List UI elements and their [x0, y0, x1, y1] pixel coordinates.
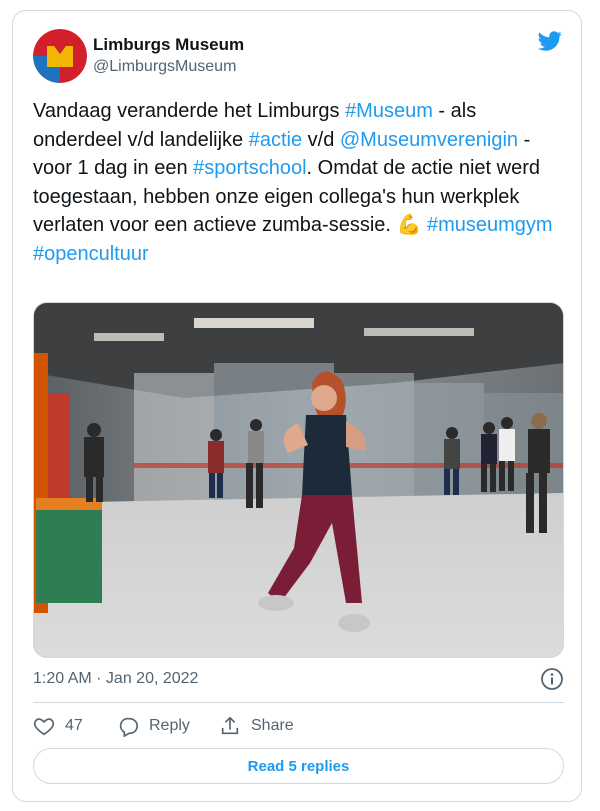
author-handle[interactable]: @LimburgsMuseum [93, 58, 236, 76]
hashtag-link[interactable]: #opencultuur [33, 243, 149, 265]
tweet-text: Vandaag veranderde het Limburgs #Museum … [33, 97, 563, 268]
tweet-photo[interactable] [33, 302, 564, 658]
tweet-text-segment: v/d [302, 128, 340, 151]
like-count: 47 [65, 717, 83, 734]
reply-label: Reply [149, 717, 190, 734]
tweet-text-segment: Vandaag veranderde het Limburgs [33, 100, 346, 122]
hashtag-link[interactable]: #actie [249, 129, 302, 151]
reply-icon [119, 717, 138, 737]
heart-icon [33, 718, 55, 736]
tweet-text-segment: 💪 [396, 214, 422, 236]
info-icon[interactable] [540, 667, 564, 691]
tweet-timestamp[interactable]: 1:20 AM · Jan 20, 2022 [33, 670, 198, 688]
tweet-card: Limburgs Museum @LimburgsMuseum Vandaag … [12, 10, 582, 802]
twitter-bird-icon[interactable] [536, 29, 564, 53]
hashtag-link[interactable]: #Museum [345, 100, 433, 122]
author-name[interactable]: Limburgs Museum [93, 35, 244, 55]
share-icon [221, 716, 239, 735]
like-button[interactable]: 47 [33, 715, 83, 737]
share-label: Share [251, 717, 294, 734]
divider [33, 702, 564, 703]
share-button[interactable]: Share [219, 715, 294, 737]
hashtag-link[interactable]: #sportschool [193, 157, 306, 179]
hashtag-link[interactable]: #museumgym [427, 214, 553, 236]
reply-button[interactable]: Reply [117, 715, 190, 737]
hashtag-link[interactable]: @Museumverenigin [340, 129, 518, 151]
avatar[interactable] [33, 29, 87, 83]
read-replies-button[interactable]: Read 5 replies [33, 748, 564, 784]
